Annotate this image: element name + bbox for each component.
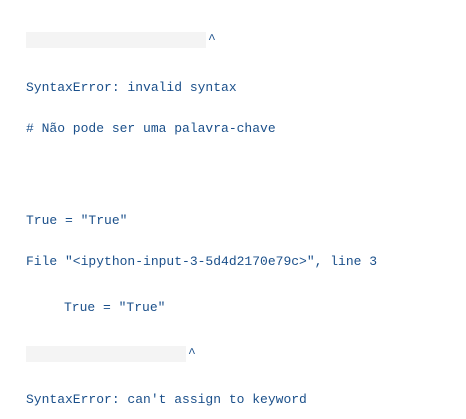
traceback-file-line: File "<ipython-input-3-5d4d2170e79c>", l…: [26, 254, 378, 269]
syntax-error-keyword: SyntaxError: can't assign to keyword: [26, 392, 307, 407]
code-line: True = "True": [26, 213, 128, 228]
caret-symbol: ^: [188, 346, 196, 361]
caret-marker-1: ^: [26, 32, 216, 48]
syntax-error-invalid: SyntaxError: invalid syntax: [26, 80, 237, 95]
caret-highlight: [26, 32, 206, 48]
caret-symbol: ^: [208, 32, 216, 47]
code-comment: # Não pode ser uma palavra-chave: [26, 121, 276, 136]
caret-marker-2: ^: [26, 346, 196, 362]
notebook-output: { "output": { "caret": "^", "error1": "S…: [0, 0, 466, 419]
traceback-code-line: True = "True": [64, 300, 166, 315]
caret-highlight: [26, 346, 186, 362]
